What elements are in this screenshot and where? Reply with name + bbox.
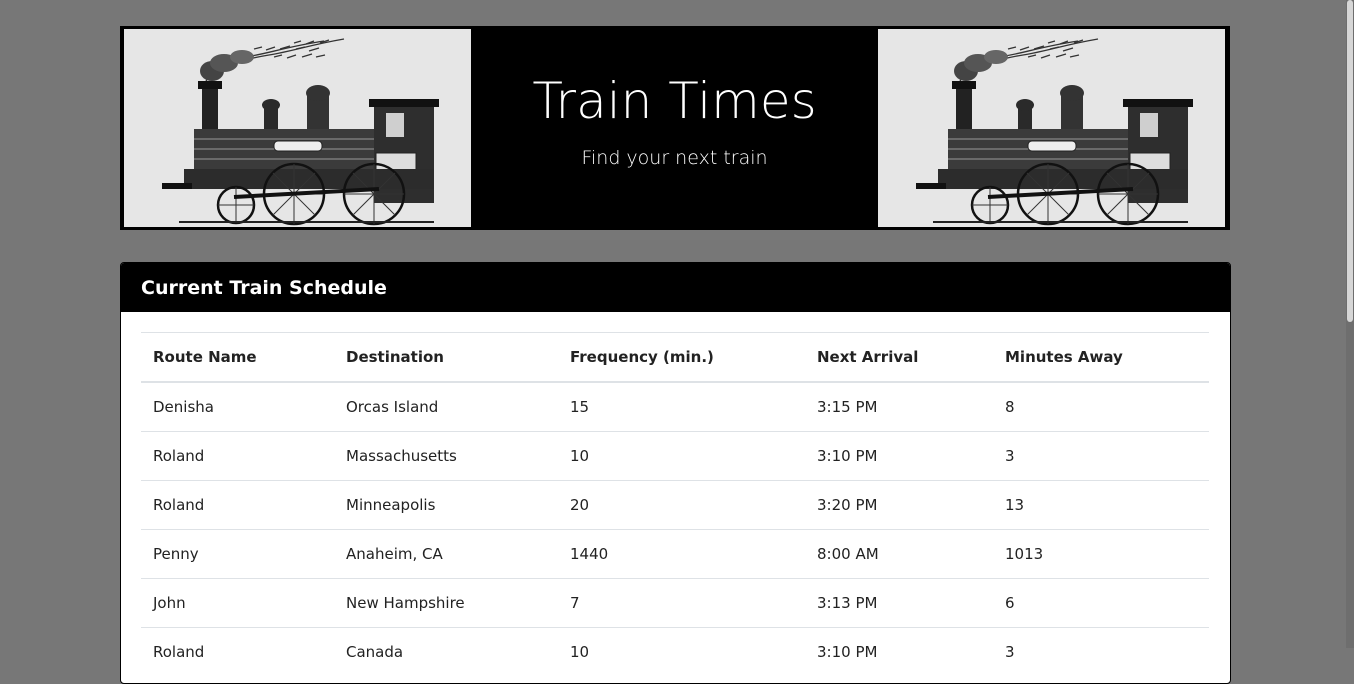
cell-route-name: Penny [141, 529, 334, 579]
cell-frequency: 1440 [558, 529, 805, 579]
locomotive-image-right [878, 29, 1225, 227]
schedule-panel: Current Train Schedule Route Name Destin… [120, 262, 1231, 684]
cell-minutes-away: 6 [993, 578, 1209, 628]
schedule-table: Route Name Destination Frequency (min.) … [141, 332, 1209, 676]
cell-frequency: 10 [558, 627, 805, 676]
cell-minutes-away: 13 [993, 480, 1209, 530]
cell-frequency: 15 [558, 381, 805, 432]
column-header-next-arrival: Next Arrival [805, 332, 993, 383]
schedule-panel-body: Route Name Destination Frequency (min.) … [121, 312, 1230, 676]
cell-destination: Minneapolis [334, 480, 558, 530]
cell-minutes-away: 8 [993, 381, 1209, 432]
cell-route-name: Denisha [141, 381, 334, 432]
cell-destination: Massachusetts [334, 431, 558, 481]
cell-route-name: Roland [141, 627, 334, 676]
page-subtitle: Find your next train [581, 147, 768, 169]
page-title: Train Times [532, 72, 817, 130]
table-row: Roland Canada 10 3:10 PM 3 [141, 627, 1209, 676]
locomotive-icon [162, 38, 439, 226]
table-header-row: Route Name Destination Frequency (min.) … [141, 332, 1209, 383]
cell-next-arrival: 3:10 PM [805, 627, 993, 676]
table-row: Denisha Orcas Island 15 3:15 PM 8 [141, 381, 1209, 432]
cell-destination: Anaheim, CA [334, 529, 558, 579]
column-header-minutes-away: Minutes Away [993, 332, 1209, 383]
cell-destination: New Hampshire [334, 578, 558, 628]
cell-route-name: John [141, 578, 334, 628]
cell-next-arrival: 3:20 PM [805, 480, 993, 530]
cell-minutes-away: 1013 [993, 529, 1209, 579]
cell-destination: Canada [334, 627, 558, 676]
cell-destination: Orcas Island [334, 381, 558, 432]
column-header-route-name: Route Name [141, 332, 334, 383]
cell-minutes-away: 3 [993, 431, 1209, 481]
cell-next-arrival: 3:15 PM [805, 381, 993, 432]
table-row: John New Hampshire 7 3:13 PM 6 [141, 578, 1209, 628]
cell-frequency: 7 [558, 578, 805, 628]
column-header-destination: Destination [334, 332, 558, 383]
table-row: Roland Minneapolis 20 3:20 PM 13 [141, 480, 1209, 530]
cell-frequency: 20 [558, 480, 805, 530]
cell-minutes-away: 3 [993, 627, 1209, 676]
column-header-frequency: Frequency (min.) [558, 332, 805, 383]
cell-next-arrival: 3:13 PM [805, 578, 993, 628]
cell-next-arrival: 8:00 AM [805, 529, 993, 579]
cell-next-arrival: 3:10 PM [805, 431, 993, 481]
locomotive-image-left [124, 29, 471, 227]
scrollbar-thumb[interactable] [1347, 0, 1353, 322]
cell-frequency: 10 [558, 431, 805, 481]
schedule-panel-heading: Current Train Schedule [121, 263, 1230, 312]
cell-route-name: Roland [141, 431, 334, 481]
page-scrollbar[interactable] [1346, 0, 1354, 648]
table-row: Roland Massachusetts 10 3:10 PM 3 [141, 431, 1209, 481]
header-banner: Train Times Find your next train [120, 26, 1230, 230]
header-title-area: Train Times Find your next train [471, 29, 878, 227]
table-row: Penny Anaheim, CA 1440 8:00 AM 1013 [141, 529, 1209, 579]
locomotive-icon [916, 38, 1193, 226]
cell-route-name: Roland [141, 480, 334, 530]
